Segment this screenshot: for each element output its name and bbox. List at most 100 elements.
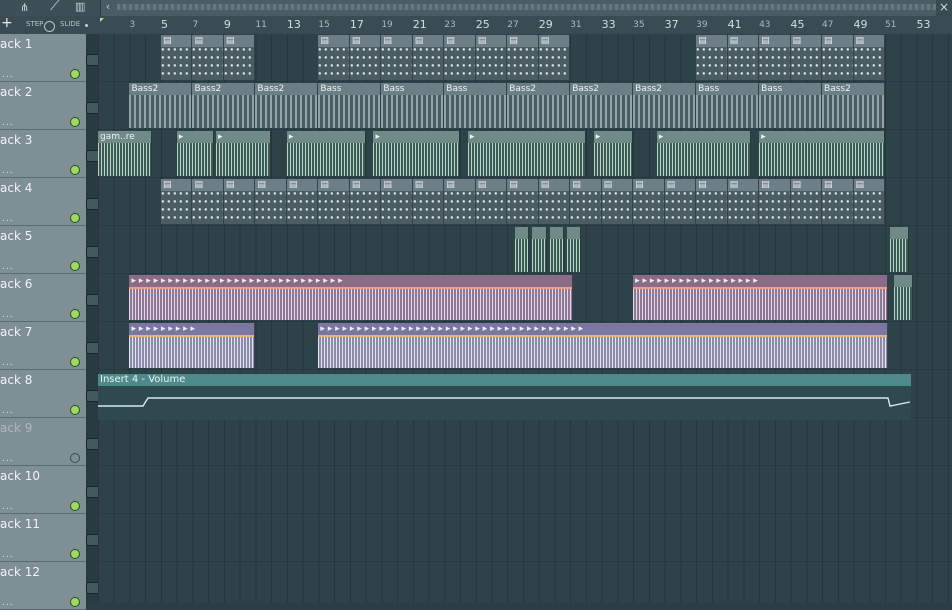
audio-clip[interactable]	[894, 275, 914, 320]
audio-clip[interactable]: ▸	[467, 131, 586, 176]
audio-clip-purple[interactable]: ▸ ▸ ▸ ▸ ▸ ▸ ▸ ▸ ▸ ▸ ▸ ▸ ▸ ▸ ▸ ▸ ▸ ▸ ▸ ▸ …	[318, 323, 889, 368]
track-enable-led[interactable]	[70, 261, 80, 271]
bass-pattern-clip[interactable]: Bass2	[633, 83, 697, 128]
pattern-clip[interactable]: ▤	[255, 179, 287, 224]
pattern-clip[interactable]: ▤	[759, 35, 791, 80]
track-header-5[interactable]: ack 5...	[0, 226, 86, 274]
track-menu-dots[interactable]: ...	[2, 70, 14, 80]
bass-pattern-clip[interactable]: Bass	[318, 83, 382, 128]
song-start-marker[interactable]	[100, 18, 104, 24]
track-enable-led[interactable]	[70, 501, 80, 511]
pattern-clip[interactable]: ▤	[349, 179, 382, 224]
pattern-clip[interactable]: ▤	[475, 35, 508, 80]
pattern-clip[interactable]: ▤	[223, 179, 256, 224]
step-toggle[interactable]	[44, 21, 55, 32]
close-button[interactable]: ×	[936, 0, 952, 16]
audio-clip-purple[interactable]: ▸ ▸ ▸ ▸ ▸ ▸ ▸ ▸ ▸	[129, 323, 256, 368]
track-header-10[interactable]: ack 10...	[0, 466, 86, 514]
audio-clip-pink[interactable]: ▸ ▸ ▸ ▸ ▸ ▸ ▸ ▸ ▸ ▸ ▸ ▸ ▸ ▸ ▸ ▸ ▸ ▸ ▸ ▸ …	[129, 275, 574, 320]
track-header-2[interactable]: ack 2...	[0, 82, 86, 130]
track-header-11[interactable]: ack 11...	[0, 514, 86, 562]
pattern-clip[interactable]: ▤	[822, 179, 854, 224]
audio-clip[interactable]	[549, 227, 564, 272]
track-menu-dots[interactable]: ...	[2, 262, 14, 272]
track-header-9[interactable]: ack 9...	[0, 418, 86, 466]
track-menu-dots[interactable]: ...	[2, 502, 14, 512]
audio-clip[interactable]	[889, 227, 909, 272]
pattern-clip[interactable]: ▤	[507, 179, 539, 224]
pattern-clip[interactable]: ▤	[412, 35, 445, 80]
track-menu-dots[interactable]: ...	[2, 550, 14, 560]
track-header-1[interactable]: ack 1...	[0, 34, 86, 82]
pattern-clip[interactable]: ▤	[696, 179, 728, 224]
track-enable-led[interactable]	[70, 597, 80, 607]
pattern-clip[interactable]: ▤	[727, 35, 760, 80]
track-enable-led[interactable]	[70, 453, 80, 463]
pattern-clip[interactable]: ▤	[538, 179, 571, 224]
bass-pattern-clip[interactable]: Bass	[759, 83, 823, 128]
bass-pattern-clip[interactable]: Bass	[696, 83, 760, 128]
scroll-left-icon[interactable]: ‹	[101, 0, 115, 16]
pattern-clip[interactable]: ▤	[160, 179, 193, 224]
pattern-clip[interactable]: ▤	[853, 179, 885, 224]
pattern-clip[interactable]: ▤	[727, 179, 760, 224]
pattern-clip[interactable]: ▤	[475, 179, 508, 224]
pattern-clip[interactable]: ▤	[570, 179, 602, 224]
track-menu-dots[interactable]: ...	[2, 454, 14, 464]
automation-tool-icon[interactable]: ⟋	[50, 0, 60, 14]
pattern-clip[interactable]: ▤	[192, 35, 224, 80]
bass-pattern-clip[interactable]: Bass2	[822, 83, 885, 128]
bass-pattern-clip[interactable]: Bass2	[192, 83, 256, 128]
pattern-clip[interactable]: ▤	[381, 35, 413, 80]
audio-clip-pink[interactable]: ▸ ▸ ▸ ▸ ▸ ▸ ▸ ▸ ▸ ▸ ▸ ▸ ▸ ▸ ▸ ▸ ▸	[633, 275, 889, 320]
bass-pattern-clip[interactable]: Bass2	[570, 83, 634, 128]
pattern-clip[interactable]: ▤	[412, 179, 445, 224]
pattern-clip[interactable]: ▤	[696, 35, 728, 80]
audio-clip[interactable]: ▸	[286, 131, 366, 176]
pattern-clip[interactable]: ▤	[286, 179, 319, 224]
playlist-overview[interactable]: ‹	[100, 0, 937, 16]
pattern-clip[interactable]: ▤	[790, 179, 823, 224]
pattern-clip[interactable]: ▤	[664, 179, 697, 224]
track-menu-dots[interactable]: ...	[2, 166, 14, 176]
add-track-button[interactable]: +	[1, 15, 13, 31]
overview-strip[interactable]	[117, 4, 937, 10]
pattern-clip[interactable]: ▤	[633, 179, 665, 224]
audio-clip[interactable]: ▸	[216, 131, 272, 176]
audio-clip[interactable]: ▸	[593, 131, 634, 176]
track-menu-dots[interactable]: ...	[2, 214, 14, 224]
bass-pattern-clip[interactable]: Bass2	[255, 83, 319, 128]
pattern-clip[interactable]: ▤	[318, 179, 350, 224]
bass-pattern-clip[interactable]: Bass2	[129, 83, 193, 128]
grid-tool-icon[interactable]: ▥	[75, 0, 85, 13]
pattern-clip[interactable]: ▤	[192, 179, 224, 224]
pattern-clip[interactable]: ▤	[759, 179, 791, 224]
track-menu-dots[interactable]: ...	[2, 310, 14, 320]
audio-clip[interactable]: ▸	[373, 131, 460, 176]
timeline-ruler[interactable]: 3 5 7 9 11 13 15 17 19 21 23 25 27 29 31 33 35 37 39 41 43 45…	[100, 16, 952, 35]
audio-clip[interactable]	[515, 227, 530, 272]
playlist-area[interactable]: ▸ ▸ ▸ ▸ ▸ ▸ ▸ ▸ ▸ ▸ ▸ ▸ ▸ ▸ ▸ ▸ ▸ ▸ ▸ ▸ …	[98, 34, 952, 603]
audio-clip[interactable]: ▸	[176, 131, 215, 176]
track-enable-led[interactable]	[70, 357, 80, 367]
track-enable-led[interactable]	[70, 165, 80, 175]
pattern-clip[interactable]: ▤	[822, 35, 854, 80]
bass-pattern-clip[interactable]: Bass	[381, 83, 445, 128]
pattern-clip[interactable]: ▤	[601, 179, 634, 224]
pattern-clip[interactable]: ▤	[444, 179, 476, 224]
track-header-3[interactable]: ack 3...	[0, 130, 86, 178]
pattern-clip[interactable]: ▤	[538, 35, 571, 80]
pattern-clip[interactable]: ▤	[790, 35, 823, 80]
track-enable-led[interactable]	[70, 549, 80, 559]
track-enable-led[interactable]	[70, 69, 80, 79]
pattern-clip[interactable]: ▤	[444, 35, 476, 80]
bass-pattern-clip[interactable]: Bass2	[507, 83, 571, 128]
waveform-tool-icon[interactable]: ⋔	[20, 1, 29, 14]
pattern-clip[interactable]: ▤	[507, 35, 539, 80]
track-menu-dots[interactable]: ...	[2, 406, 14, 416]
track-enable-led[interactable]	[70, 309, 80, 319]
bass-pattern-clip[interactable]: Bass	[444, 83, 508, 128]
audio-clip[interactable]: ▸	[759, 131, 885, 176]
track-enable-led[interactable]	[70, 213, 80, 223]
automation-clip-insert4-volume[interactable]: Insert 4 - Volume	[98, 374, 911, 420]
